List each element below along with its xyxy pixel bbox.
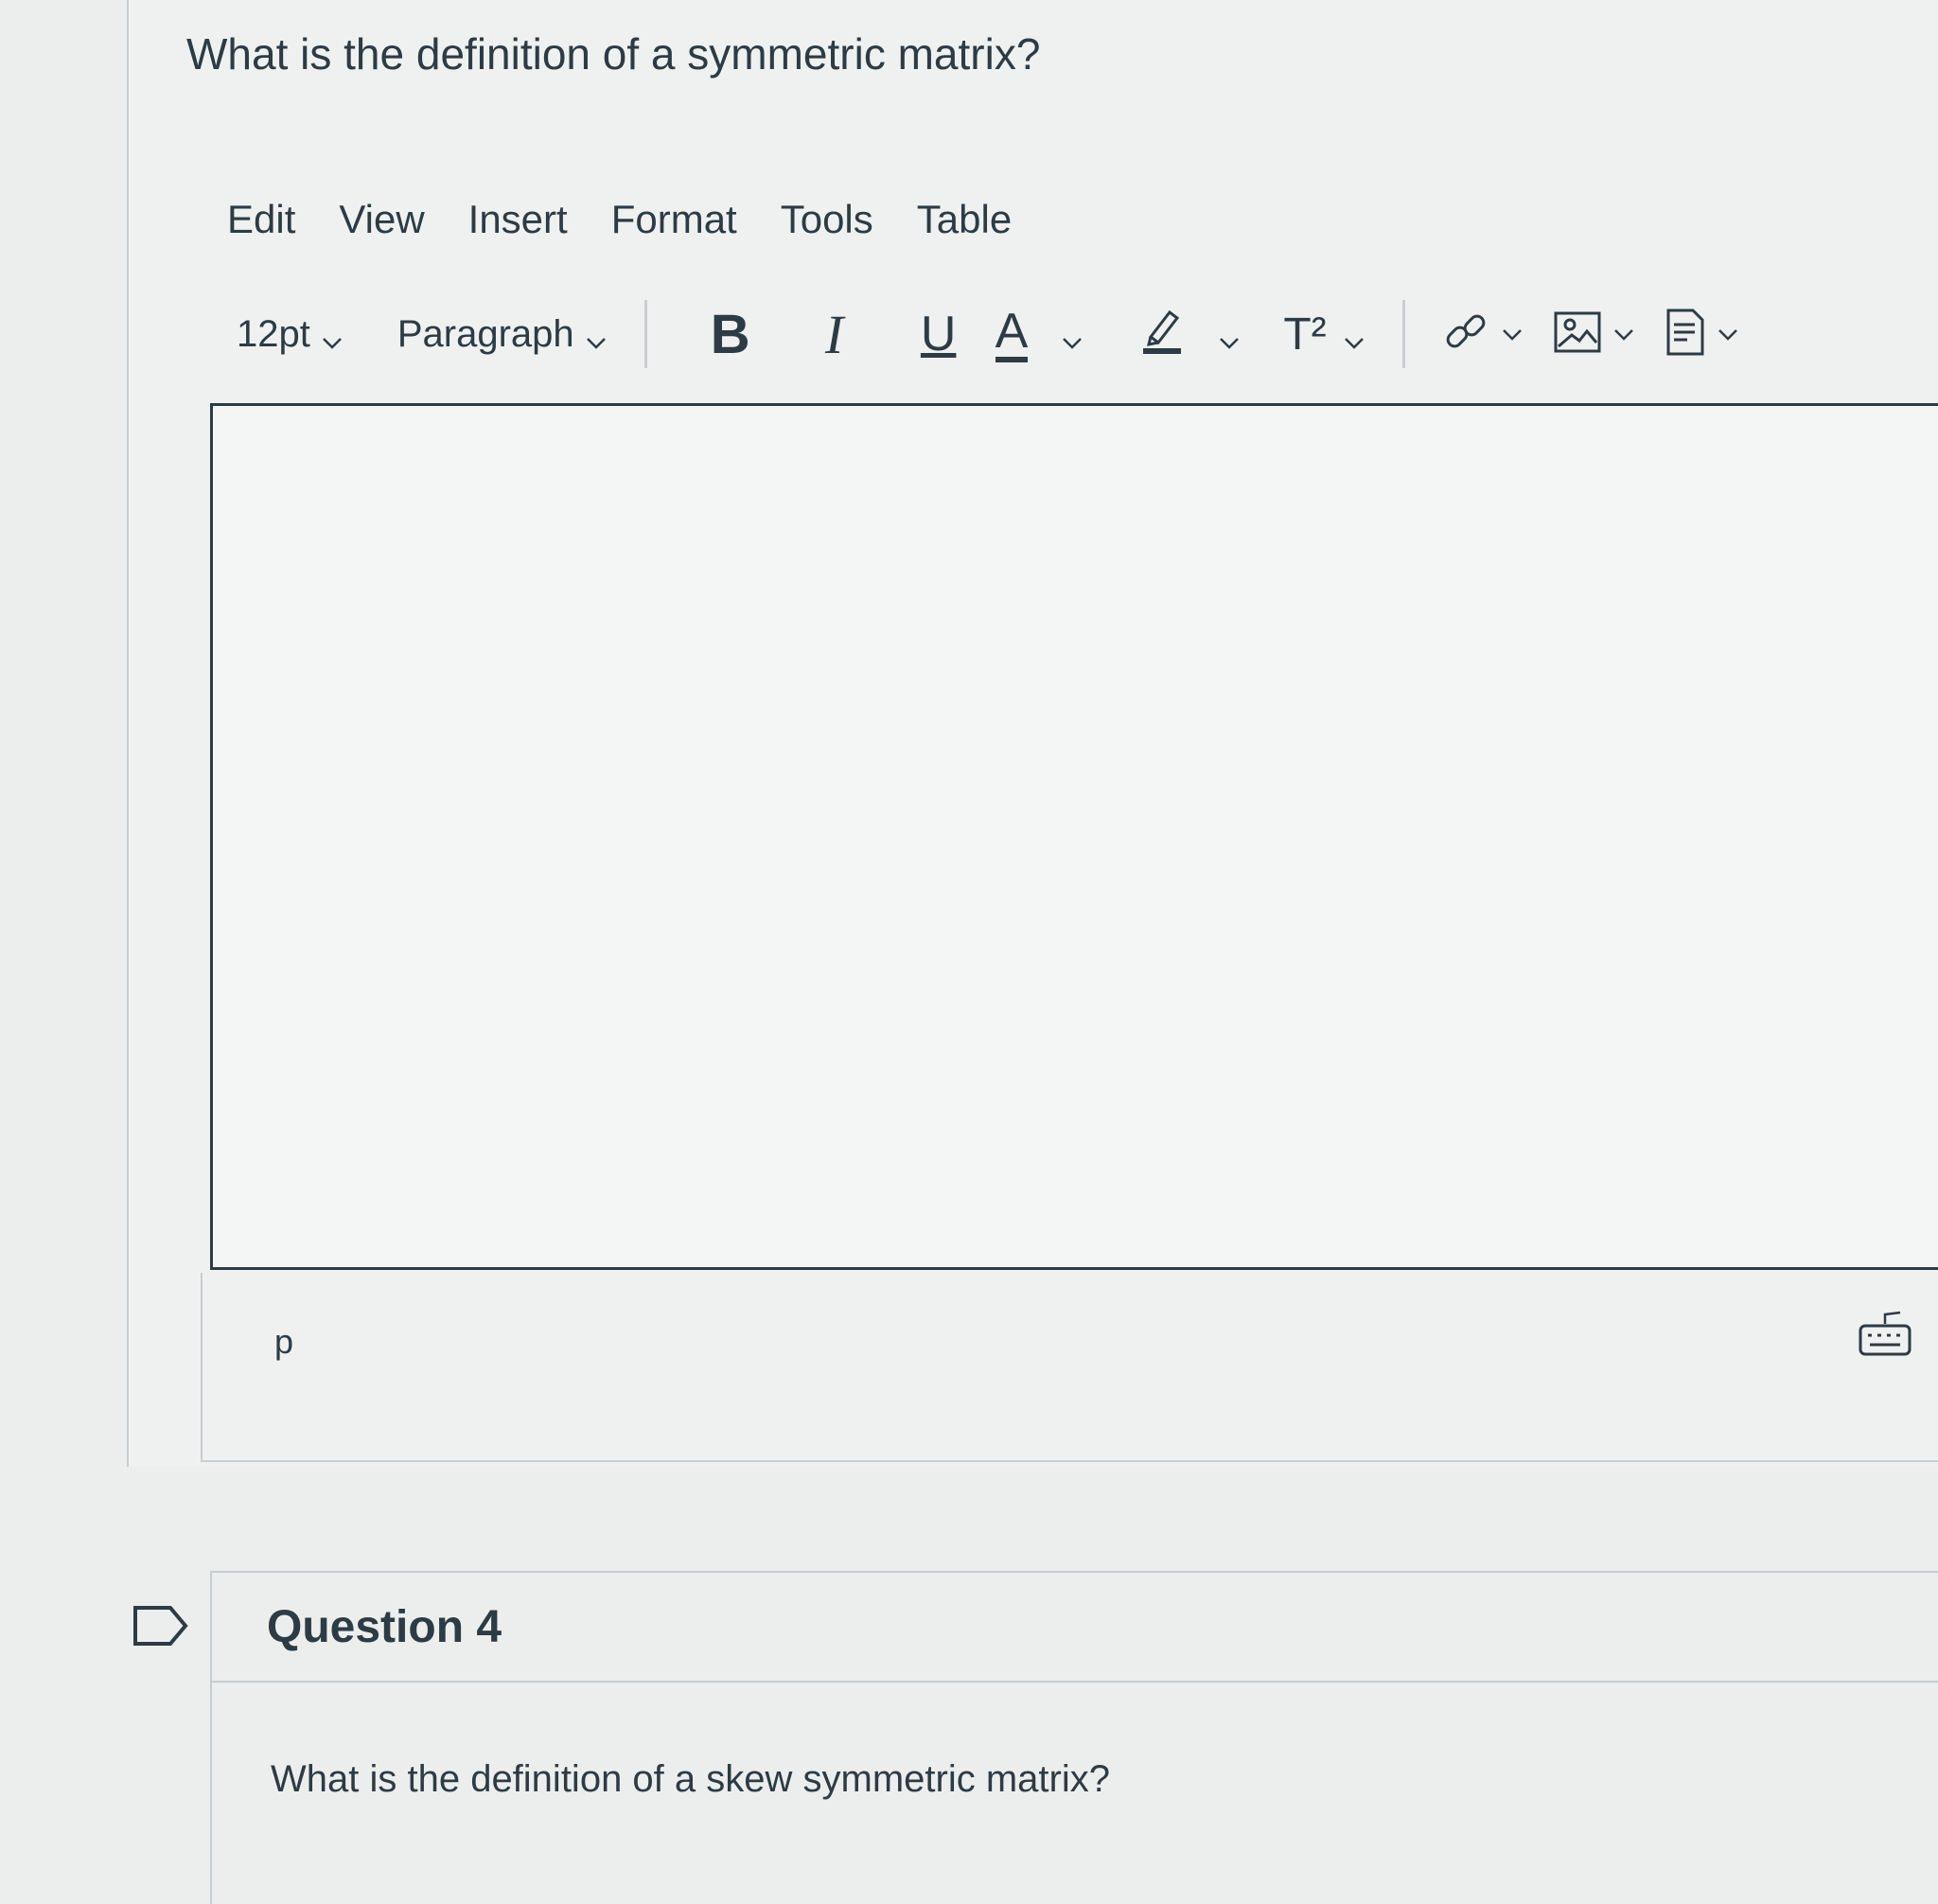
chevron-down-icon bbox=[1060, 322, 1084, 349]
block-format-dropdown[interactable]: Paragraph bbox=[397, 313, 608, 356]
superscript-button[interactable]: T² bbox=[1283, 309, 1365, 361]
toolbar-divider bbox=[643, 300, 647, 368]
image-icon bbox=[1553, 310, 1602, 359]
question-card: Question 4 What is the definition of a s… bbox=[210, 1571, 1938, 1904]
document-button[interactable] bbox=[1665, 308, 1740, 361]
chevron-down-icon bbox=[1342, 322, 1366, 349]
question-text: What is the definition of a symmetric ma… bbox=[186, 29, 1041, 79]
chevron-down-icon bbox=[1500, 322, 1524, 346]
text-color-button[interactable]: A bbox=[995, 306, 1085, 362]
highlighter-icon bbox=[1141, 305, 1183, 363]
chevron-down-icon bbox=[1217, 322, 1242, 349]
chevron-down-icon bbox=[584, 322, 608, 349]
image-button[interactable] bbox=[1553, 310, 1636, 359]
menu-table[interactable]: Table bbox=[917, 197, 1012, 242]
bold-button[interactable]: B bbox=[683, 303, 778, 366]
keyboard-icon[interactable] bbox=[1857, 1311, 1913, 1358]
toolbar-divider bbox=[1401, 300, 1405, 368]
underline-button[interactable]: U bbox=[891, 306, 986, 362]
editor-menubar: Edit View Insert Format Tools Table bbox=[227, 197, 1055, 242]
element-path[interactable]: p bbox=[274, 1322, 293, 1362]
flag-question-icon[interactable] bbox=[132, 1605, 189, 1647]
menu-view[interactable]: View bbox=[339, 197, 424, 242]
text-color-label: A bbox=[995, 306, 1029, 362]
question-text: What is the definition of a skew symmetr… bbox=[271, 1758, 1110, 1800]
block-format-label: Paragraph bbox=[396, 312, 574, 355]
editor-toolbar: 12pt Paragraph B I U A T² bbox=[237, 300, 1938, 368]
chevron-down-icon bbox=[1716, 322, 1740, 346]
chevron-down-icon bbox=[320, 322, 344, 349]
document-icon bbox=[1665, 308, 1706, 361]
chevron-down-icon bbox=[1612, 322, 1636, 346]
menu-insert[interactable]: Insert bbox=[468, 197, 568, 242]
link-button[interactable] bbox=[1441, 308, 1524, 361]
menu-edit[interactable]: Edit bbox=[227, 197, 295, 242]
font-size-label: 12pt bbox=[237, 312, 310, 355]
editor-statusbar: p bbox=[201, 1273, 1938, 1462]
rich-text-editor[interactable] bbox=[210, 403, 1938, 1270]
italic-button[interactable]: I bbox=[787, 303, 882, 366]
superscript-label: T² bbox=[1283, 309, 1327, 360]
link-icon bbox=[1441, 308, 1490, 361]
question-title: Question 4 bbox=[267, 1601, 502, 1652]
menu-tools[interactable]: Tools bbox=[781, 197, 873, 242]
menu-format[interactable]: Format bbox=[611, 197, 737, 242]
question-header: Question 4 bbox=[212, 1573, 1938, 1683]
highlight-color-button[interactable] bbox=[1141, 305, 1242, 363]
font-size-dropdown[interactable]: 12pt bbox=[237, 313, 344, 356]
